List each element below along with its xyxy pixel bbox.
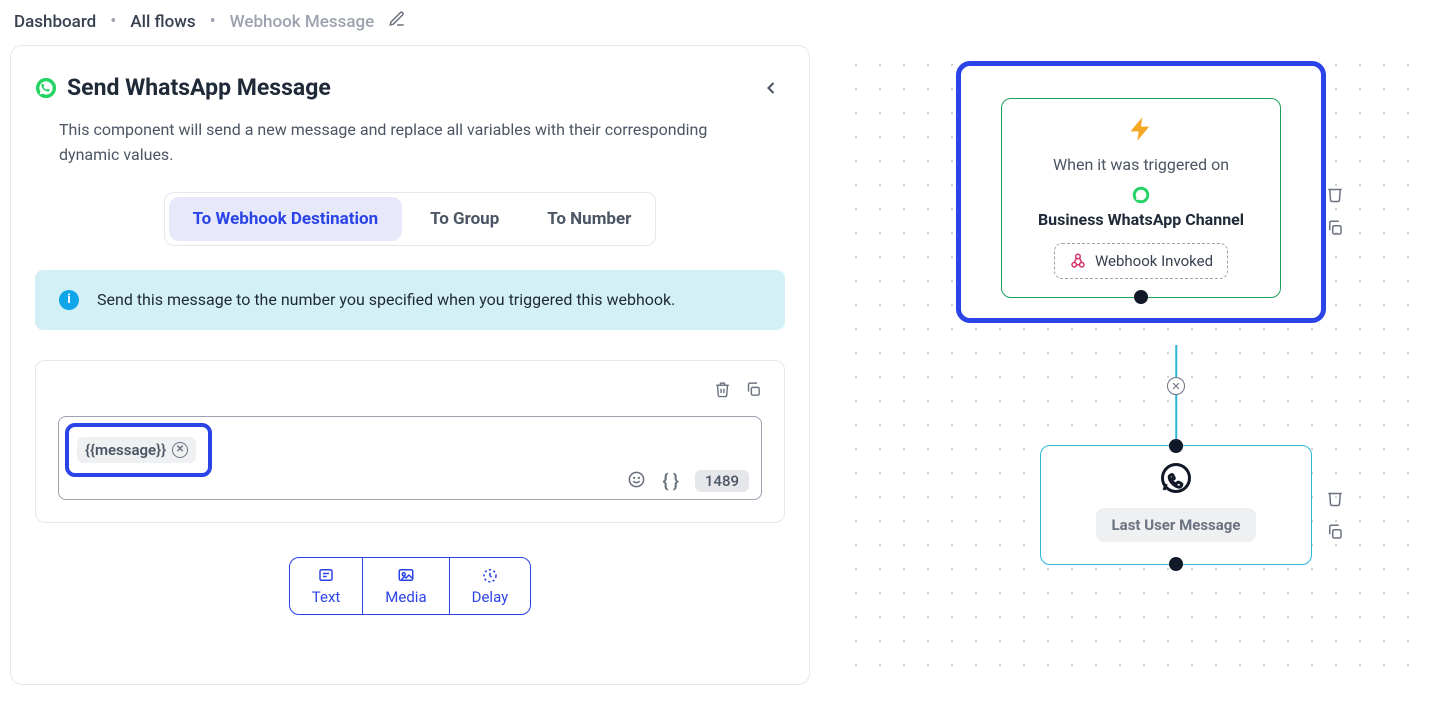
- info-banner: i Send this message to the number you sp…: [35, 270, 785, 330]
- whatsapp-icon: [1132, 186, 1150, 204]
- breadcrumb-current: Webhook Message: [230, 12, 375, 32]
- emoji-icon[interactable]: [627, 470, 646, 493]
- config-panel: Send WhatsApp Message This component wil…: [10, 45, 810, 685]
- add-delay-label: Delay: [472, 588, 509, 606]
- delay-icon: [481, 566, 499, 584]
- trigger-event-pill[interactable]: Webhook Invoked: [1054, 243, 1228, 279]
- text-icon: [317, 566, 335, 584]
- message-node-pill: Last User Message: [1096, 508, 1257, 542]
- connector-line: [1175, 345, 1177, 445]
- info-icon: i: [59, 290, 79, 310]
- panel-description: This component will send a new message a…: [59, 118, 739, 168]
- output-port[interactable]: [1134, 290, 1148, 304]
- trigger-channel: Business WhatsApp Channel: [1020, 210, 1262, 229]
- message-input[interactable]: {{message}} ✕ { } 1489: [58, 416, 762, 500]
- tab-webhook-destination[interactable]: To Webhook Destination: [169, 197, 403, 241]
- breadcrumb-separator: •: [210, 13, 216, 31]
- collapse-icon[interactable]: [757, 74, 785, 106]
- copy-node-icon[interactable]: [1326, 219, 1437, 241]
- delete-icon[interactable]: [714, 381, 731, 402]
- delete-node-icon[interactable]: [1326, 489, 1437, 511]
- copy-icon[interactable]: [745, 381, 762, 402]
- media-icon: [397, 566, 415, 584]
- whatsapp-outline-icon: [1158, 460, 1194, 496]
- trigger-node-highlight: When it was triggered on Business WhatsA…: [956, 61, 1326, 323]
- delete-node-icon[interactable]: [1326, 185, 1437, 207]
- variable-label: {{message}}: [85, 441, 166, 459]
- add-delay-button[interactable]: Delay: [450, 558, 531, 614]
- variable-braces-icon[interactable]: { }: [662, 471, 678, 492]
- add-text-label: Text: [312, 588, 341, 606]
- message-editor-card: {{message}} ✕ { } 1489: [35, 360, 785, 523]
- flow-canvas[interactable]: When it was triggered on Business WhatsA…: [836, 45, 1427, 685]
- tab-to-number[interactable]: To Number: [523, 197, 655, 241]
- add-block-actions: Text Media Delay: [289, 557, 531, 615]
- variable-chip[interactable]: {{message}} ✕: [77, 437, 196, 463]
- tab-to-group[interactable]: To Group: [406, 197, 523, 241]
- char-count: 1489: [695, 470, 749, 492]
- add-media-button[interactable]: Media: [363, 558, 449, 614]
- remove-connection-icon[interactable]: ✕: [1167, 377, 1185, 395]
- lightning-icon: [1020, 115, 1262, 147]
- input-port[interactable]: [1169, 439, 1183, 453]
- variable-highlight: {{message}} ✕: [65, 423, 212, 477]
- panel-title: Send WhatsApp Message: [67, 74, 331, 101]
- trigger-node[interactable]: When it was triggered on Business WhatsA…: [1001, 98, 1281, 298]
- breadcrumb-all-flows[interactable]: All flows: [130, 12, 195, 32]
- breadcrumb-separator: •: [110, 13, 116, 31]
- info-text: Send this message to the number you spec…: [97, 290, 675, 309]
- whatsapp-icon: [35, 77, 57, 99]
- breadcrumb: Dashboard • All flows • Webhook Message: [0, 0, 1437, 45]
- edit-icon[interactable]: [388, 10, 406, 33]
- trigger-event-label: Webhook Invoked: [1095, 252, 1213, 270]
- add-text-button[interactable]: Text: [290, 558, 364, 614]
- webhook-icon: [1069, 252, 1087, 270]
- breadcrumb-dashboard[interactable]: Dashboard: [14, 12, 96, 32]
- remove-variable-icon[interactable]: ✕: [172, 442, 188, 458]
- message-node[interactable]: Last User Message: [1040, 445, 1312, 565]
- trigger-label: When it was triggered on: [1020, 155, 1262, 174]
- copy-node-icon[interactable]: [1326, 523, 1437, 545]
- add-media-label: Media: [385, 588, 426, 606]
- destination-tabs: To Webhook Destination To Group To Numbe…: [164, 192, 657, 246]
- output-port[interactable]: [1169, 557, 1183, 571]
